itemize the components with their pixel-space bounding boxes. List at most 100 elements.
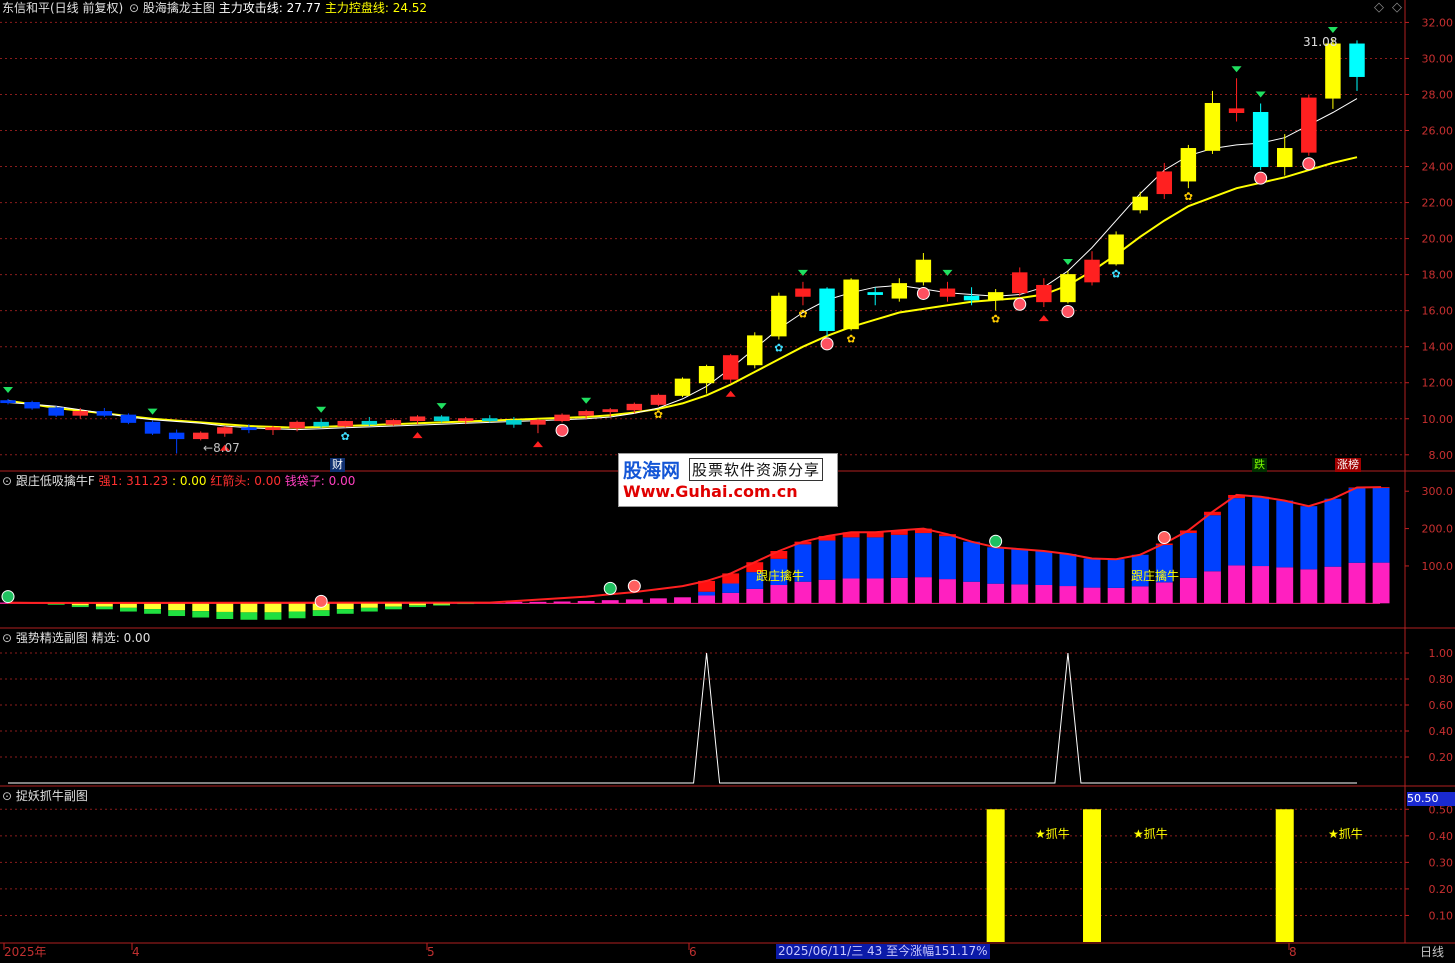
magenta-bar bbox=[891, 578, 908, 604]
candle-body bbox=[988, 293, 1002, 300]
candle-body bbox=[1013, 273, 1027, 293]
candle-body bbox=[49, 408, 63, 415]
butterfly-icon: ✿ bbox=[991, 313, 1000, 326]
magenta-bar bbox=[867, 578, 884, 603]
negative-bar-yellow bbox=[337, 603, 354, 609]
y-tick-label: 0.60 bbox=[1429, 699, 1454, 712]
candle-body bbox=[218, 428, 232, 433]
panel4-title[interactable]: 捉妖抓牛副图 bbox=[16, 789, 88, 803]
candle-body bbox=[338, 421, 352, 426]
green-down-triangle-icon bbox=[581, 398, 591, 404]
candle-body bbox=[193, 433, 207, 438]
gainers-list-marker[interactable]: 涨榜 bbox=[1335, 458, 1361, 472]
stock-title[interactable]: 东信和平(日线 前复权) bbox=[2, 1, 123, 15]
money-bag-value: 0.00 bbox=[329, 474, 356, 488]
blue-bar bbox=[1228, 498, 1245, 565]
catch-bull-bar bbox=[987, 809, 1005, 942]
indicator-name[interactable]: 股海擒龙主图 bbox=[143, 1, 215, 15]
candle-body bbox=[555, 415, 569, 420]
butterfly-icon: ✿ bbox=[798, 307, 807, 320]
magenta-bar bbox=[1084, 588, 1101, 604]
candle-body bbox=[1157, 172, 1171, 194]
y-tick-label: 28.00 bbox=[1422, 88, 1454, 101]
settings-circle-icon[interactable]: ⊙ bbox=[129, 1, 139, 15]
magenta-bar bbox=[939, 579, 956, 603]
finance-marker[interactable]: 财 bbox=[330, 458, 345, 472]
green-down-triangle-icon bbox=[1256, 91, 1266, 97]
candle-body bbox=[1326, 44, 1340, 98]
catch-bull-bar bbox=[1083, 809, 1101, 942]
candle-body bbox=[1205, 103, 1219, 150]
blue-bar bbox=[1276, 501, 1293, 568]
negative-bar-green bbox=[48, 604, 65, 605]
blue-bar bbox=[1180, 533, 1197, 578]
panel2-settings-icon[interactable]: ⊙ bbox=[2, 474, 12, 488]
candle-body bbox=[579, 412, 593, 416]
candle-body bbox=[169, 433, 183, 438]
y-tick-label: 26.00 bbox=[1422, 125, 1454, 138]
magenta-bar bbox=[1059, 586, 1076, 603]
signal-badge-icon bbox=[604, 582, 616, 594]
candle-body bbox=[820, 289, 834, 330]
drop-marker[interactable]: 跌 bbox=[1252, 458, 1267, 472]
magenta-bar bbox=[698, 595, 715, 603]
negative-bar-yellow bbox=[192, 603, 209, 611]
negative-bar-green bbox=[96, 607, 113, 610]
scale-box: 50.50 bbox=[1407, 792, 1455, 806]
low-price-value: 8.07 bbox=[213, 441, 240, 455]
blue-bar bbox=[867, 537, 884, 578]
money-bag-label: 钱袋子: bbox=[285, 474, 325, 488]
blue-bar bbox=[1373, 488, 1390, 563]
magenta-bar bbox=[1252, 566, 1269, 603]
candle-body bbox=[410, 417, 424, 421]
candle-body bbox=[1350, 44, 1364, 76]
period-label[interactable]: 日线 bbox=[1420, 945, 1444, 959]
diamond-icon[interactable]: ◇ bbox=[1374, 1, 1384, 15]
candle-body bbox=[675, 379, 689, 395]
blue-bar bbox=[819, 541, 836, 580]
panel4-settings-icon[interactable]: ⊙ bbox=[2, 789, 12, 803]
blue-bar bbox=[1349, 488, 1366, 563]
signal-badge-icon bbox=[2, 591, 14, 603]
x-axis-label-year: 2025年 bbox=[4, 945, 47, 959]
panel3-settings-icon[interactable]: ⊙ bbox=[2, 631, 12, 645]
negative-bar-green bbox=[409, 605, 426, 607]
candle-body bbox=[1302, 98, 1316, 152]
candle-body bbox=[627, 404, 641, 409]
green-down-triangle-icon bbox=[316, 407, 326, 413]
magenta-bar bbox=[1108, 588, 1125, 603]
magenta-bar bbox=[963, 582, 980, 604]
y-tick-label: 30.00 bbox=[1422, 52, 1454, 65]
red-diamond-badge-icon bbox=[556, 424, 568, 436]
candle-body bbox=[940, 289, 954, 296]
negative-bar-green bbox=[313, 610, 330, 616]
negative-bar-green bbox=[216, 612, 233, 619]
candle-body bbox=[434, 417, 448, 421]
watermark-logo: 股海网 股票软件资源分享 Www.Guhai.com.cn bbox=[618, 453, 838, 507]
panel3-title[interactable]: 强势精选副图 bbox=[16, 631, 88, 645]
magenta-bar bbox=[1132, 586, 1149, 603]
panel2-colon-value: : 0.00 bbox=[172, 474, 207, 488]
blue-bar bbox=[891, 535, 908, 578]
candle-body bbox=[1181, 149, 1195, 181]
stock-chart-window: 32.0030.0028.0026.0024.0022.0020.0018.00… bbox=[0, 0, 1455, 959]
catch-bull-bar bbox=[1276, 809, 1294, 942]
red-bar bbox=[770, 551, 787, 559]
blue-bar bbox=[1204, 515, 1221, 571]
candle-body bbox=[531, 421, 545, 425]
signal-badge-icon bbox=[315, 595, 327, 607]
x-axis-label-apr: 4 bbox=[132, 945, 140, 959]
diamond-icon-2[interactable]: ◇ bbox=[1392, 1, 1402, 15]
y-tick-label: 22.00 bbox=[1422, 197, 1454, 210]
candle-body bbox=[73, 412, 87, 416]
candle-body bbox=[723, 356, 737, 379]
signal-badge-icon bbox=[990, 535, 1002, 547]
magenta-bar bbox=[1373, 563, 1390, 604]
panel2-title[interactable]: 跟庄低吸擒牛F bbox=[16, 474, 95, 488]
magenta-bar bbox=[987, 584, 1004, 604]
catch-bull-label-1: ★抓牛 bbox=[1035, 827, 1070, 841]
y-tick-label: 12.00 bbox=[1422, 377, 1454, 390]
y-tick-label: 20.00 bbox=[1422, 233, 1454, 246]
candle-body bbox=[1037, 285, 1051, 301]
selection-value: 0.00 bbox=[124, 631, 151, 645]
